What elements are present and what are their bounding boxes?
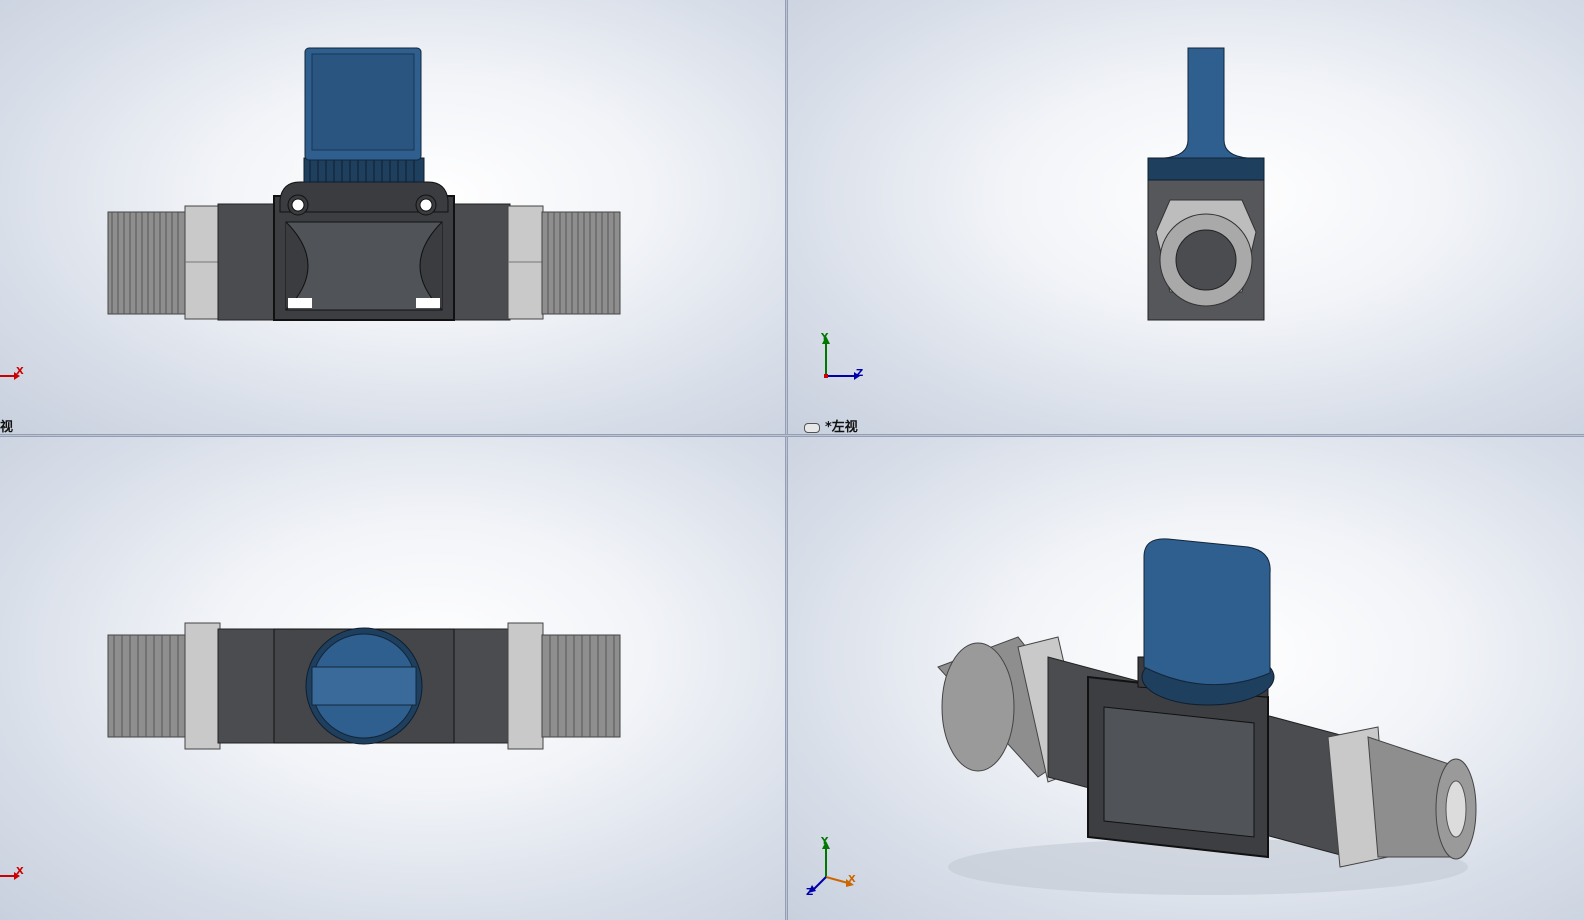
axis-y-label-left: Y xyxy=(821,332,829,343)
viewport-label-left: *左视 xyxy=(804,416,858,434)
axis-x-label-iso: X xyxy=(848,874,856,885)
axis-z-label-iso: Z xyxy=(806,887,814,898)
axis-x-label-top: X xyxy=(16,866,24,877)
link-icon xyxy=(804,422,820,433)
axis-y-label-iso: Y xyxy=(821,836,829,847)
viewport-splitter-horizontal[interactable] xyxy=(0,434,1584,437)
viewport-iso[interactable]: Y X Z xyxy=(788,437,1584,920)
front-view-model xyxy=(0,47,621,380)
iso-view-model xyxy=(808,538,1477,895)
viewport-label-front: 视 xyxy=(0,420,14,434)
viewport-front[interactable]: X 视 xyxy=(0,0,785,434)
left-view-model xyxy=(822,47,1265,380)
axis-x-label-front: X xyxy=(16,366,24,377)
axis-z-label-left: Z xyxy=(856,368,864,379)
viewport-left[interactable]: Y Z *左视 xyxy=(788,0,1584,434)
viewport-top[interactable]: X xyxy=(0,437,785,920)
axis-triad-iso xyxy=(808,841,854,893)
cad-window: X 视 Y Z *左视 X Y X Z xyxy=(0,0,1584,920)
top-view-model xyxy=(0,622,621,880)
viewport-splitter-vertical[interactable] xyxy=(785,0,788,920)
viewport-label-left-text: *左视 xyxy=(825,420,858,434)
